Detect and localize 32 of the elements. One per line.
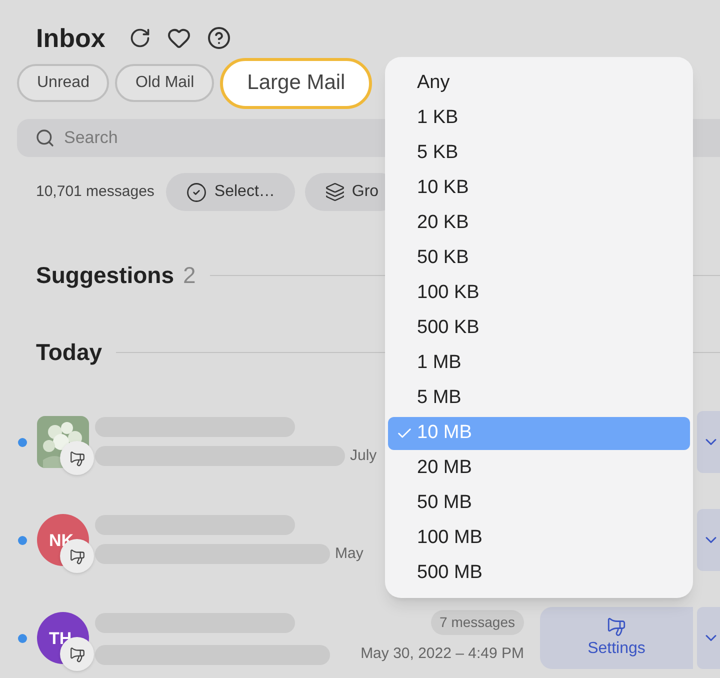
message-count: 10,701 messages xyxy=(36,182,154,202)
help-icon[interactable] xyxy=(207,26,232,50)
filter-tab[interactable]: Old Mail xyxy=(115,64,214,102)
settings-button[interactable]: Settings xyxy=(540,607,693,669)
filter-tab[interactable]: Large Mail xyxy=(220,58,372,108)
menu-item[interactable]: 100 KB xyxy=(388,276,690,311)
section-count: 2 xyxy=(183,260,196,290)
menu-item[interactable]: Any xyxy=(388,66,690,101)
section-title: Today xyxy=(36,338,102,367)
menu-item[interactable]: 20 MB xyxy=(388,451,690,486)
menu-item[interactable]: 500 KB xyxy=(388,311,690,346)
window-title: Inbox xyxy=(36,22,106,54)
menu-item[interactable]: 500 MB xyxy=(388,556,690,591)
message-date: May 30, 2022 – 4:49 PM xyxy=(360,644,524,664)
select-button[interactable]: Select… xyxy=(166,173,295,211)
section-title: Suggestions xyxy=(36,260,174,290)
menu-item[interactable]: 100 MB xyxy=(388,521,690,556)
thread-count: 7 messages xyxy=(430,610,524,636)
megaphone-icon xyxy=(606,616,627,636)
megaphone-icon xyxy=(60,441,94,475)
message-date: July xyxy=(350,446,377,466)
refresh-icon[interactable] xyxy=(129,27,152,49)
menu-item[interactable]: 50 MB xyxy=(388,486,690,521)
check-circle-icon xyxy=(186,182,208,202)
message-date: May xyxy=(335,544,364,564)
menu-item[interactable]: 5 MB xyxy=(388,381,690,416)
search-icon xyxy=(35,128,55,148)
layers-icon xyxy=(324,182,345,202)
menu-item[interactable]: 50 KB xyxy=(388,241,690,276)
filter-tab[interactable]: Unread xyxy=(17,64,110,102)
heart-icon[interactable] xyxy=(167,26,192,50)
menu-item[interactable]: 1 MB xyxy=(388,346,690,381)
